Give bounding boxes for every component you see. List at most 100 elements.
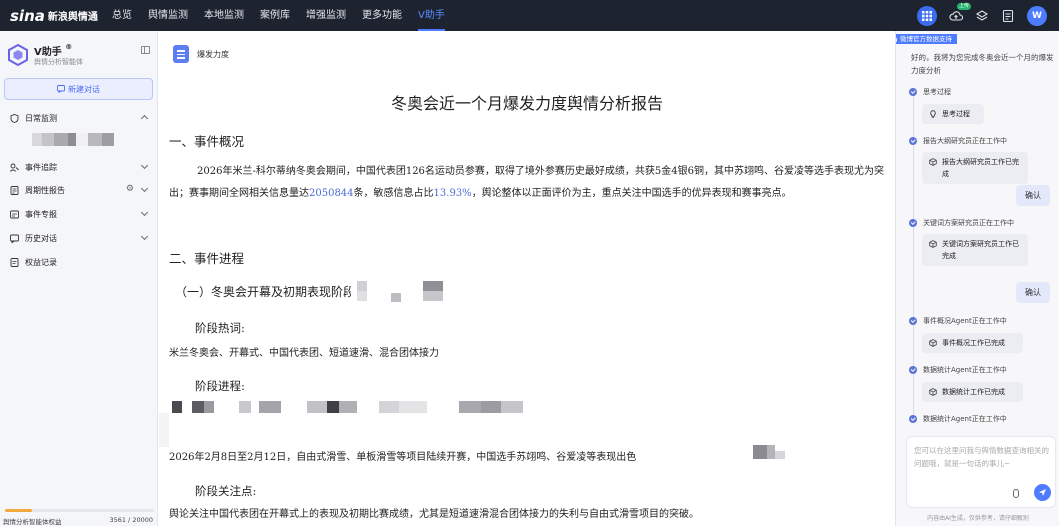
sidebar-item-1[interactable]: 事件追踪	[10, 160, 150, 174]
quota-progress-bar	[5, 509, 154, 512]
overview-paragraph: 2026年米兰-科尔蒂纳冬奥会期间，中国代表团126名运动员参赛，取得了境外参赛…	[169, 161, 885, 204]
chevron-up-icon[interactable]	[140, 114, 149, 123]
info-volume-number: 2050844	[309, 187, 354, 199]
step-check-icon	[909, 415, 917, 423]
weibo-data-support-tag: 微博官方数据支持	[896, 34, 957, 44]
section-heading-progress: 二、事件进程	[169, 251, 245, 266]
cloud-upload-icon[interactable]: 上传	[949, 2, 971, 23]
user-avatar[interactable]: W	[1027, 5, 1047, 26]
chat-input-placeholder[interactable]: 您可以在这里问我与舆情数据查询相关的问题哦，就是一句话的事儿~	[914, 444, 1054, 470]
redacted-mosaic	[357, 281, 467, 303]
sidebar-item-5[interactable]: 权益记录	[10, 255, 150, 269]
quota-label: 舆情分析智能体权益	[3, 518, 62, 526]
step-result-card[interactable]: 报告大纲研究员工作已完成	[922, 152, 1028, 184]
apps-grid-icon[interactable]	[917, 5, 937, 26]
bulletin-icon	[10, 210, 19, 219]
nav-item-1[interactable]: 舆情监测	[140, 0, 196, 31]
assistant-intro-message: 好的，我将为您完成冬奥会近一个月的爆发力度分析	[911, 53, 1054, 75]
step-result-label: 事件概况工作已完成	[942, 339, 1005, 347]
step-check-icon	[909, 137, 917, 145]
sidebar-item-0[interactable]: 日常监测	[10, 111, 150, 125]
nav-item-0[interactable]: 总览	[104, 0, 140, 31]
sidebar-item-label: 权益记录	[25, 257, 57, 267]
progress-label: 阶段进程:	[195, 379, 245, 393]
lightbulb-icon	[929, 110, 937, 118]
nav-tools: 上传 W	[917, 0, 1047, 31]
ai-disclaimer: 内容由AI生成，仅供参考，请仔细甄别	[927, 515, 1029, 522]
send-icon	[1039, 489, 1046, 496]
upload-badge: 上传	[956, 2, 971, 10]
step-status-text: 数据统计Agent正在工作中	[923, 366, 1007, 374]
sidebar-item-2[interactable]: 周期性报告 ⚙	[10, 183, 150, 197]
layers-icon[interactable]	[975, 9, 989, 23]
confirm-message-2: 确认	[1016, 282, 1050, 303]
step-result-label: 数据统计工作已完成	[942, 388, 1005, 396]
send-button[interactable]	[1034, 484, 1051, 501]
step-result-card[interactable]: 事件概况工作已完成	[922, 333, 1023, 353]
step-check-icon	[909, 88, 917, 96]
progress-text: 2026年2月8日至2月12日，自由式滑雪、单板滑雪等项目陆续开赛，中国选手苏翊…	[169, 452, 637, 463]
step-result-card[interactable]: 关键词方案研究员工作已完成	[922, 234, 1028, 266]
step-status-text: 思考过程	[923, 88, 951, 96]
agent-cube-icon	[929, 240, 937, 248]
step-result-label: 思考过程	[942, 110, 970, 118]
document-tab-title: 爆发力度	[197, 49, 229, 59]
quota-value: 3561 / 20000	[109, 516, 153, 524]
report-title: 冬奥会近一个月爆发力度舆情分析报告	[390, 94, 663, 113]
step-result-card[interactable]: 数据统计工作已完成	[922, 382, 1023, 402]
sub-heading-stage1: （一）冬奥会开幕及初期表现阶段	[175, 285, 351, 299]
chevron-down-icon[interactable]	[140, 161, 149, 170]
step-status-text: 报告大纲研究员正在工作中	[923, 137, 1007, 145]
agent-cube-icon	[929, 388, 937, 396]
overview-text-b: 条，敏感信息占比	[353, 187, 434, 199]
history-icon	[10, 234, 19, 244]
step-check-icon	[909, 219, 917, 227]
quota-footer: 舆情分析智能体权益 3561 / 20000	[0, 506, 158, 526]
agent-cube-icon	[929, 158, 937, 166]
brand-name: V助手 ®	[34, 43, 72, 58]
document-header: 爆发力度	[173, 45, 229, 63]
sidebar-item-label: 事件追踪	[25, 162, 57, 172]
step-result-label: 关键词方案研究员工作已完成	[942, 240, 1019, 260]
chevron-down-icon[interactable]	[140, 184, 149, 193]
chevron-down-icon[interactable]	[140, 208, 149, 217]
track-icon	[10, 163, 19, 172]
nav-item-2[interactable]: 本地监测	[196, 0, 252, 31]
top-nav-bar: sina 新浪舆情通 总览 舆情监测 本地监测 案例库 增强监测 更多功能 V助手 上传 W	[0, 0, 1059, 31]
quota-progress-fill	[5, 509, 32, 512]
step-result-card[interactable]: 思考过程	[922, 104, 984, 124]
step-status-text: 关键词方案研究员正在工作中	[923, 219, 1014, 227]
step-status-text: 事件概况Agent正在工作中	[923, 317, 1007, 325]
redacted-mosaic-3	[753, 445, 803, 461]
sina-logo[interactable]: sina 新浪舆情通	[0, 0, 100, 31]
sidebar-item-label: 周期性报告	[25, 185, 65, 195]
nav-item-6[interactable]: V助手	[410, 0, 453, 31]
step-check-icon	[909, 317, 917, 325]
nav-item-4[interactable]: 增强监测	[298, 0, 354, 31]
logo-subtitle: 新浪舆情通	[47, 12, 98, 23]
sidebar-item-3[interactable]: 事件专报	[10, 207, 150, 221]
notes-icon[interactable]	[1001, 9, 1015, 23]
step-check-icon	[909, 366, 917, 374]
collapse-sidebar-icon[interactable]	[141, 46, 150, 54]
nav-item-5[interactable]: 更多功能	[354, 0, 410, 31]
focus-text: 舆论关注中国代表团在开幕式上的表现及初期比赛成绩，尤其是短道速滑混合团体接力的失…	[169, 509, 699, 520]
nav-item-3[interactable]: 案例库	[252, 0, 298, 31]
record-icon	[10, 257, 19, 267]
step-result-label: 报告大纲研究员工作已完成	[942, 158, 1019, 178]
brand-subtitle: 舆情分析智能体	[34, 58, 83, 66]
new-chat-button[interactable]: 新建对话	[4, 78, 153, 100]
assistant-panel: 微博官方数据支持 好的，我将为您完成冬奥会近一个月的爆发力度分析 思考过程思考过…	[895, 31, 1059, 526]
section-heading-overview: 一、事件概况	[169, 134, 245, 149]
gear-icon[interactable]: ⚙	[126, 185, 134, 194]
microphone-icon[interactable]	[1013, 489, 1019, 498]
report-document-area: 爆发力度 冬奥会近一个月爆发力度舆情分析报告 一、事件概况 2026年米兰-科尔…	[159, 31, 894, 526]
chat-input-box[interactable]: 您可以在这里问我与舆情数据查询相关的问题哦，就是一句话的事儿~	[906, 436, 1056, 508]
redacted-mosaic-2	[159, 401, 547, 451]
chevron-down-icon[interactable]	[140, 232, 149, 241]
v-assistant-logo-icon	[8, 44, 28, 66]
shield-icon	[10, 113, 19, 123]
hotwords-label: 阶段热词:	[195, 321, 245, 335]
sidebar-item-4[interactable]: 历史对话	[10, 231, 150, 245]
assistant-brand: V助手 ® 舆情分析智能体	[7, 43, 147, 69]
